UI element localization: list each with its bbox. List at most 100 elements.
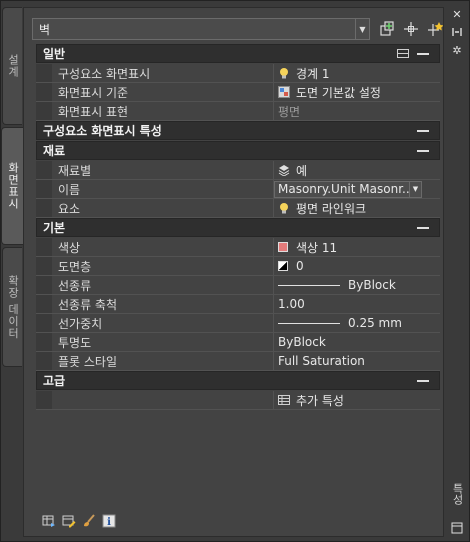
window-icon[interactable] [450, 521, 464, 535]
lineweight-sample [278, 322, 340, 324]
property-name: 구성요소 화면표시 [52, 64, 274, 82]
close-icon[interactable]: ✕ [450, 7, 464, 21]
collapse-icon[interactable] [417, 52, 429, 55]
property-value[interactable]: 1.00 [274, 295, 440, 313]
property-value[interactable]: 경계 1 [274, 64, 440, 82]
material-layers-icon [278, 165, 290, 176]
property-value[interactable]: ByBlock [274, 333, 440, 351]
property-row[interactable]: 추가 특성 [36, 391, 440, 410]
property-value-text: 0.25 mm [348, 316, 402, 330]
properties-panel: 벽 ▼ 일반 구성요소 화면표시 경계 1 화면표시 기준 도면 기본값 설정 … [23, 7, 444, 537]
chevron-down-icon[interactable]: ▼ [355, 19, 369, 39]
property-name: 요소 [52, 199, 274, 217]
svg-text:i: i [107, 517, 111, 528]
property-name: 선가중치 [52, 314, 274, 332]
property-value-text: 경계 1 [296, 66, 330, 81]
palette-title-bar: ✕ ✲ 특성 [447, 5, 467, 539]
property-row[interactable]: 재료별 예 [36, 161, 440, 180]
property-value[interactable]: 도면 기본값 설정 [274, 83, 440, 101]
property-row[interactable]: 화면표시 표현 평면 [36, 102, 440, 121]
category-advanced-title: 고급 [43, 374, 66, 388]
property-value[interactable]: 예 [274, 161, 440, 179]
property-value-text: 예 [296, 163, 308, 178]
property-name: 재료별 [52, 161, 274, 179]
property-value[interactable]: 평면 [274, 102, 440, 120]
property-name: 도면층 [52, 257, 274, 275]
property-name: 화면표시 기준 [52, 83, 274, 101]
property-row[interactable]: 투명도 ByBlock [36, 333, 440, 352]
category-material-title: 재료 [43, 144, 66, 158]
properties-palette: 설계 화면표시 확장 데이터 벽 ▼ 일반 구성요소 화면표시 경계 1 화면표… [0, 0, 470, 542]
tab-extended-data-label: 확장 데이터 [6, 274, 20, 340]
brush-icon[interactable] [82, 514, 96, 528]
collapse-icon[interactable] [417, 129, 429, 132]
property-row[interactable]: 선종류 축척 1.00 [36, 295, 440, 314]
collapse-icon[interactable] [417, 379, 429, 382]
layer-state-icon [278, 261, 288, 271]
property-value-text: 색상 11 [296, 240, 338, 255]
object-type-select[interactable]: 벽 ▼ [32, 18, 370, 40]
property-row[interactable]: 선종류 ByBlock [36, 276, 440, 295]
property-value-text: 평면 라인워크 [296, 201, 367, 216]
material-name-select[interactable]: Masonry.Unit Masonr... ▼ [274, 180, 422, 198]
material-name-value: Masonry.Unit Masonr... [278, 182, 409, 196]
category-material[interactable]: 재료 [36, 141, 440, 160]
property-name: 이름 [52, 180, 274, 198]
tab-display-label: 화면표시 [6, 162, 20, 210]
tab-display[interactable]: 화면표시 [1, 127, 23, 245]
collapse-icon[interactable] [417, 226, 429, 229]
drawing-default-icon [278, 86, 290, 98]
property-row[interactable]: 도면층 0 [36, 257, 440, 276]
property-value-text: 추가 특성 [296, 393, 344, 408]
chevron-down-icon[interactable]: ▼ [409, 181, 421, 197]
property-row[interactable]: 플롯 스타일 Full Saturation [36, 352, 440, 371]
property-name [52, 391, 274, 409]
table-icon [278, 395, 290, 405]
property-value-text: 0 [296, 259, 304, 273]
property-name: 플롯 스타일 [52, 352, 274, 370]
property-value[interactable]: 0 [274, 257, 440, 275]
quick-select-icon[interactable] [378, 20, 396, 38]
category-basic[interactable]: 기본 [36, 218, 440, 237]
property-row[interactable]: 화면표시 기준 도면 기본값 설정 [36, 83, 440, 102]
gear-icon[interactable]: ✲ [450, 43, 464, 57]
property-row[interactable]: 색상 색상 11 [36, 238, 440, 257]
property-value[interactable]: ByBlock [274, 276, 440, 294]
property-value[interactable]: 평면 라인워크 [274, 199, 440, 217]
property-value-text: ByBlock [348, 278, 396, 292]
object-type-value: 벽 [39, 22, 51, 37]
color-swatch [278, 242, 288, 252]
toggle-pickadd-icon[interactable] [426, 20, 444, 38]
property-row[interactable]: 요소 평면 라인워크 [36, 199, 440, 218]
property-value[interactable]: 추가 특성 [274, 391, 440, 409]
edit-table-icon[interactable] [62, 514, 76, 528]
auto-hide-icon[interactable] [450, 25, 464, 39]
select-objects-icon[interactable] [402, 20, 420, 38]
lightbulb-icon [280, 68, 288, 79]
property-value-text: 도면 기본값 설정 [296, 85, 381, 100]
property-row[interactable]: 구성요소 화면표시 경계 1 [36, 64, 440, 83]
property-name: 선종류 [52, 276, 274, 294]
property-row[interactable]: 이름 Masonry.Unit Masonr... ▼ [36, 180, 440, 199]
tab-extended-data[interactable]: 확장 데이터 [2, 247, 22, 367]
category-general[interactable]: 일반 [36, 44, 440, 63]
tab-design[interactable]: 설계 [2, 7, 22, 125]
info-icon[interactable]: i [102, 514, 116, 528]
category-advanced[interactable]: 고급 [36, 371, 440, 390]
palette-title: 특성 [451, 483, 464, 505]
property-value[interactable]: 0.25 mm [274, 314, 440, 332]
property-row[interactable]: 선가중치 0.25 mm [36, 314, 440, 333]
category-component-display[interactable]: 구성요소 화면표시 특성 [36, 121, 440, 140]
property-value[interactable]: Masonry.Unit Masonr... ▼ [274, 180, 440, 198]
category-general-title: 일반 [43, 47, 66, 61]
property-name: 화면표시 표현 [52, 102, 274, 120]
linetype-sample [278, 284, 340, 286]
property-value[interactable]: Full Saturation [274, 352, 440, 370]
property-name: 선종류 축척 [52, 295, 274, 313]
table-export-icon[interactable] [42, 514, 56, 528]
category-basic-title: 기본 [43, 221, 66, 235]
table-icon[interactable] [397, 49, 409, 58]
property-value[interactable]: 색상 11 [274, 238, 440, 256]
collapse-icon[interactable] [417, 149, 429, 152]
tab-design-label: 설계 [6, 54, 20, 78]
